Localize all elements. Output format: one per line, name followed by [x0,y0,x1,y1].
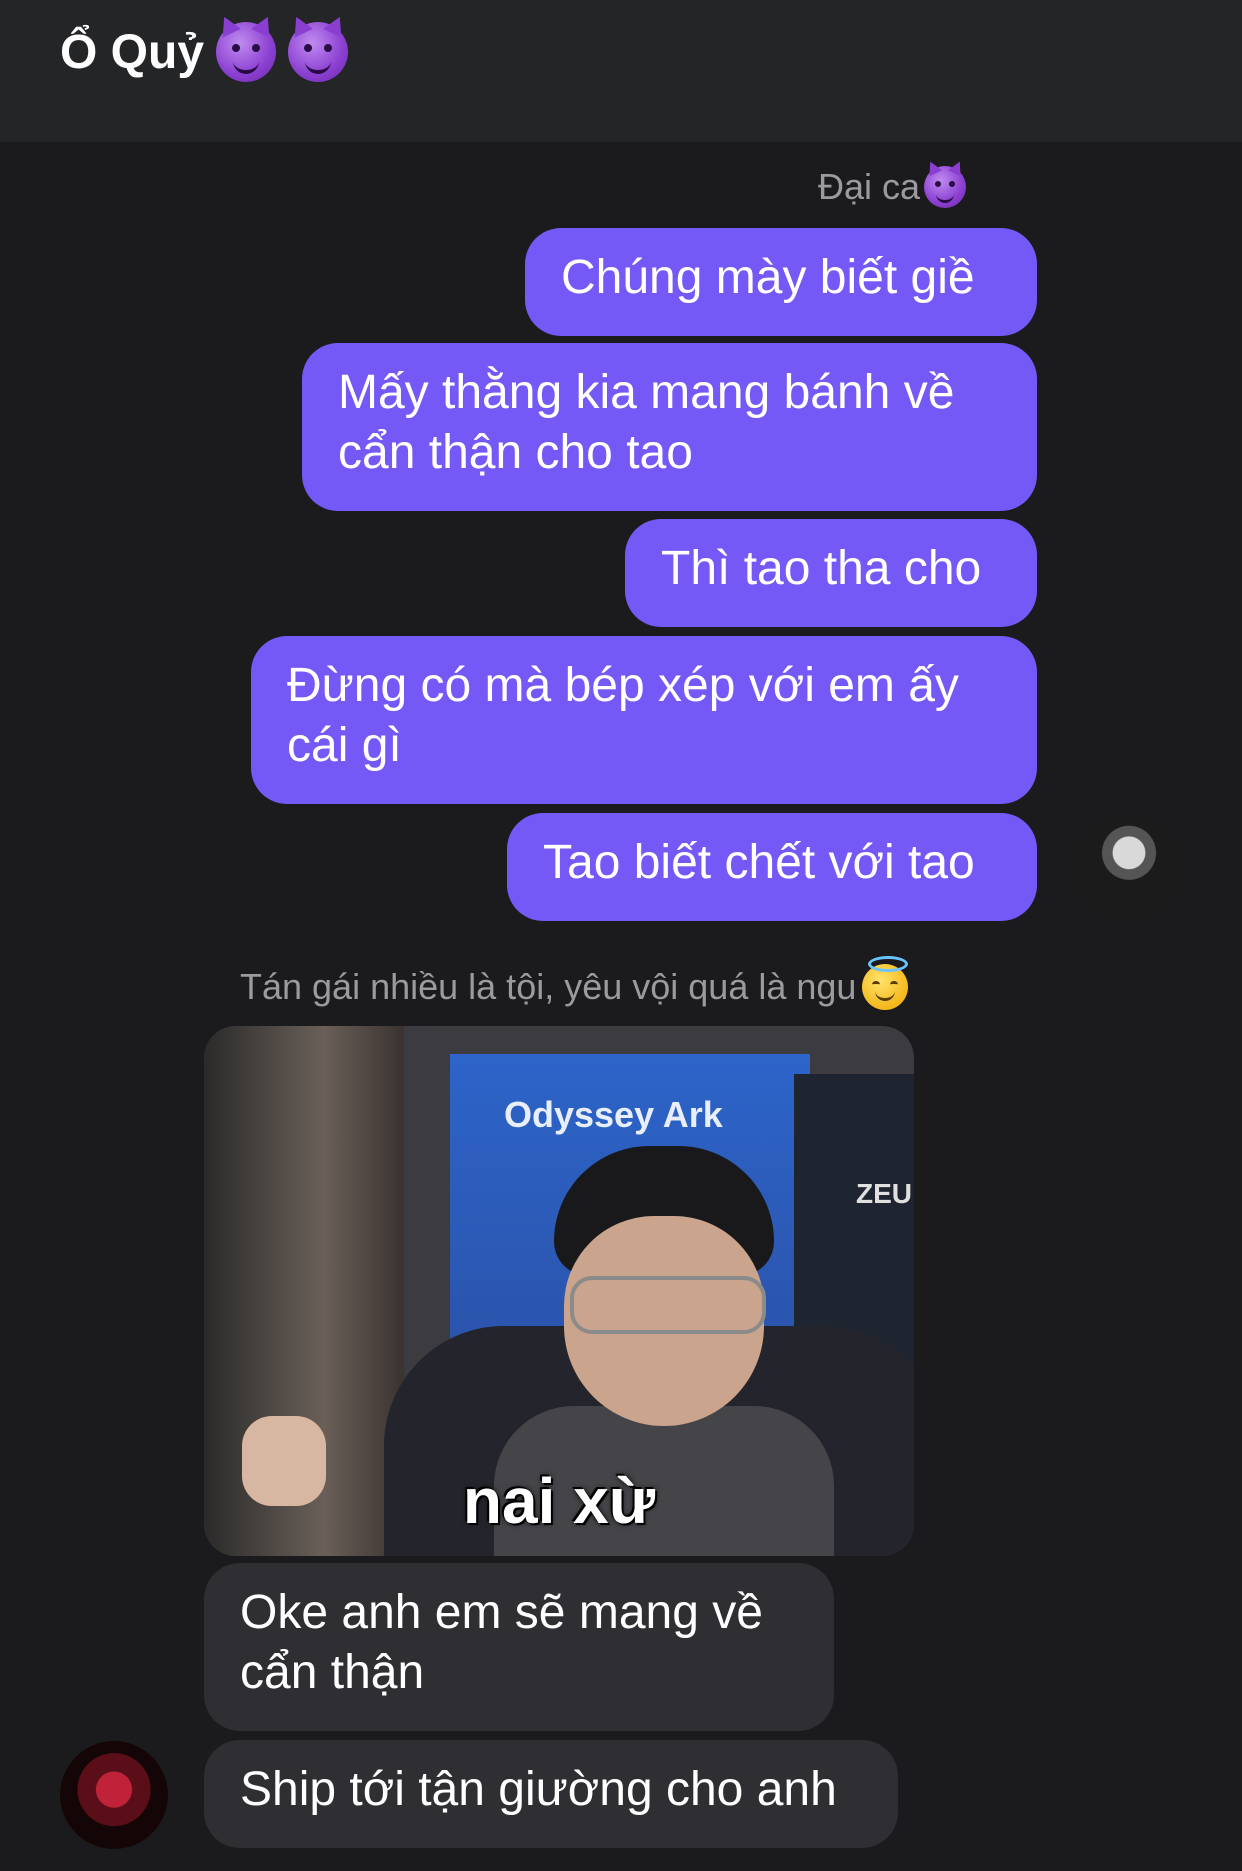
contact-avatar[interactable] [60,1741,168,1849]
message-bubble-outgoing[interactable]: Đừng có mà bép xép với em ấy cái gì [251,636,1037,804]
smiling-halo-icon [862,956,909,1010]
my-avatar[interactable] [1075,815,1183,923]
message-bubble-outgoing[interactable]: Chúng mày biết giề [525,228,1037,336]
image-message[interactable]: Odyssey Ark ZEU nai xừ [204,1026,914,1556]
outgoing-sender-name: Đại ca [818,166,967,208]
message-bubble-outgoing[interactable]: Thì tao tha cho [625,519,1037,627]
message-bubble-incoming[interactable]: Oke anh em sẽ mang về cẩn thận [204,1563,834,1731]
smiling-devil-icon [288,22,349,82]
sender-name-text: Tán gái nhiều là tội, yêu vội quá là ngu [240,966,857,1007]
message-bubble-outgoing[interactable]: Tao biết chết với tao [507,813,1037,921]
smiling-devil-icon [216,22,277,82]
photo-jersey-text: ZEU [856,1178,912,1209]
chat-title[interactable]: Ổ Quỷ [60,20,349,84]
incoming-sender-name: Tán gái nhiều là tội, yêu vội quá là ngu [240,956,909,1010]
message-bubble-outgoing[interactable]: Mấy thằng kia mang bánh về cẩn thận cho … [302,343,1037,511]
smiling-devil-icon [924,166,967,208]
chat-header: Ổ Quỷ [0,0,1242,142]
message-bubble-incoming[interactable]: Ship tới tận giường cho anh [204,1740,898,1848]
chat-title-text: Ổ Quỷ [60,25,205,79]
photo-banner-text: Odyssey Ark [504,1094,723,1135]
sender-name-text: Đại ca [818,166,921,207]
photo-caption: nai xừ [462,1465,656,1537]
